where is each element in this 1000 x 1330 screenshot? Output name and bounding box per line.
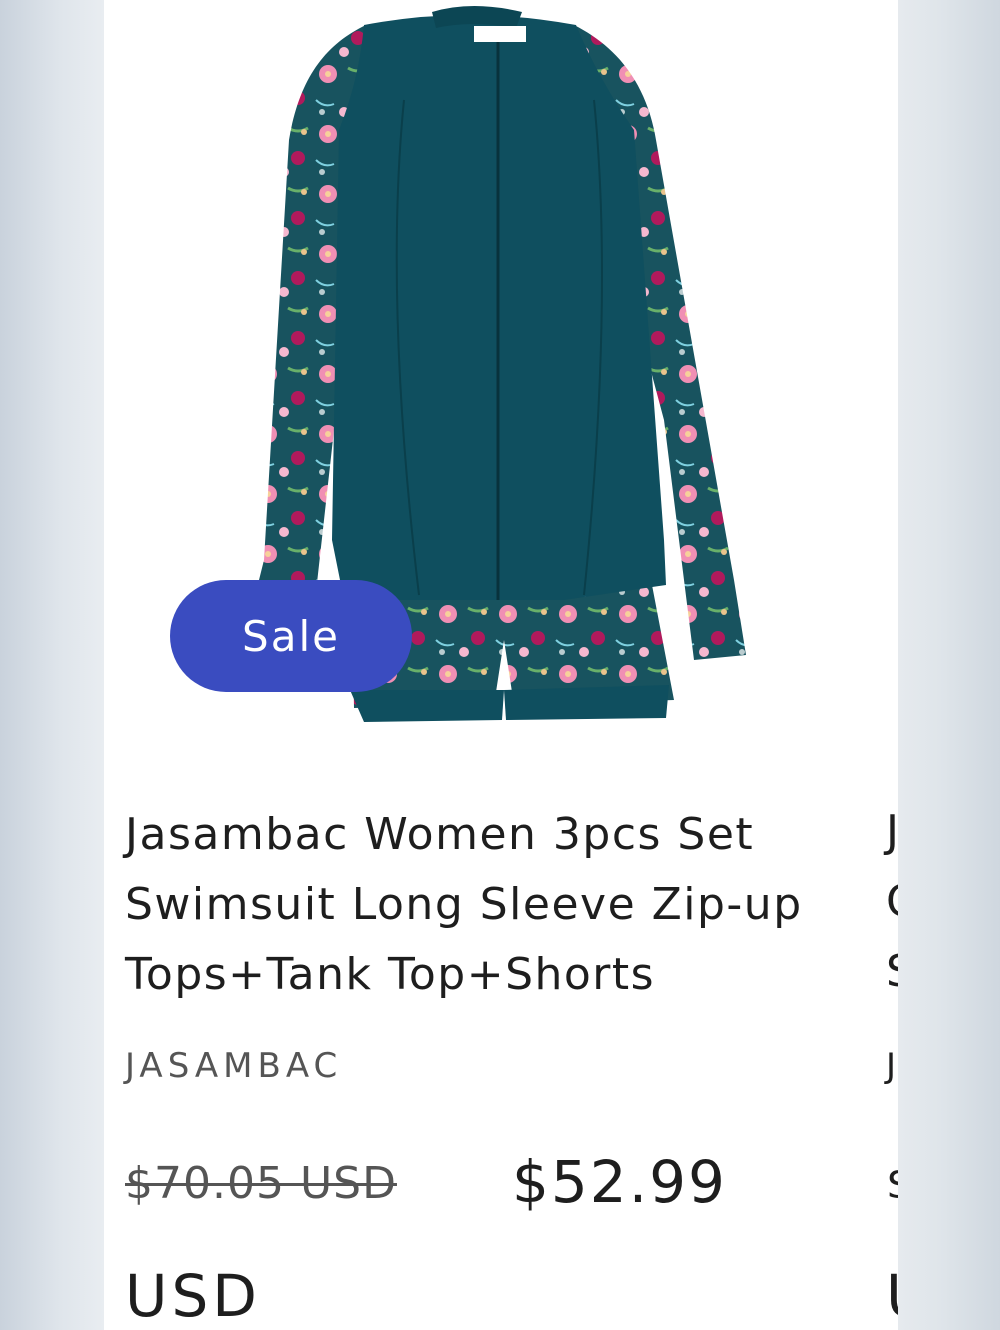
- sale-price-currency: USD: [125, 1262, 261, 1330]
- regular-price: $70.05 USD: [125, 1158, 397, 1209]
- next-card-text: S: [886, 946, 898, 997]
- product-vendor: JASAMBAC: [125, 1046, 343, 1086]
- next-card-text: J: [886, 806, 898, 857]
- product-title-line: Swimsuit Long Sleeve Zip-up: [125, 879, 803, 930]
- product-title[interactable]: Jasambac Women 3pcs Set Swimsuit Long Sl…: [125, 800, 865, 1010]
- product-title-line: Tops+Tank Top+Shorts: [125, 949, 656, 1000]
- sale-price: $52.99: [512, 1148, 727, 1216]
- product-card-page: Sale Jasambac Women 3pcs Set Swimsuit Lo…: [104, 0, 898, 1330]
- next-card-text: J: [886, 1046, 897, 1086]
- next-card-text: U: [886, 1262, 898, 1330]
- next-product-card-peek[interactable]: J C S J $ U: [886, 0, 898, 1330]
- product-title-line: Jasambac Women 3pcs Set: [125, 809, 755, 860]
- next-card-text: C: [886, 876, 898, 927]
- next-card-text: $: [886, 1158, 898, 1209]
- sale-badge: Sale: [170, 580, 412, 692]
